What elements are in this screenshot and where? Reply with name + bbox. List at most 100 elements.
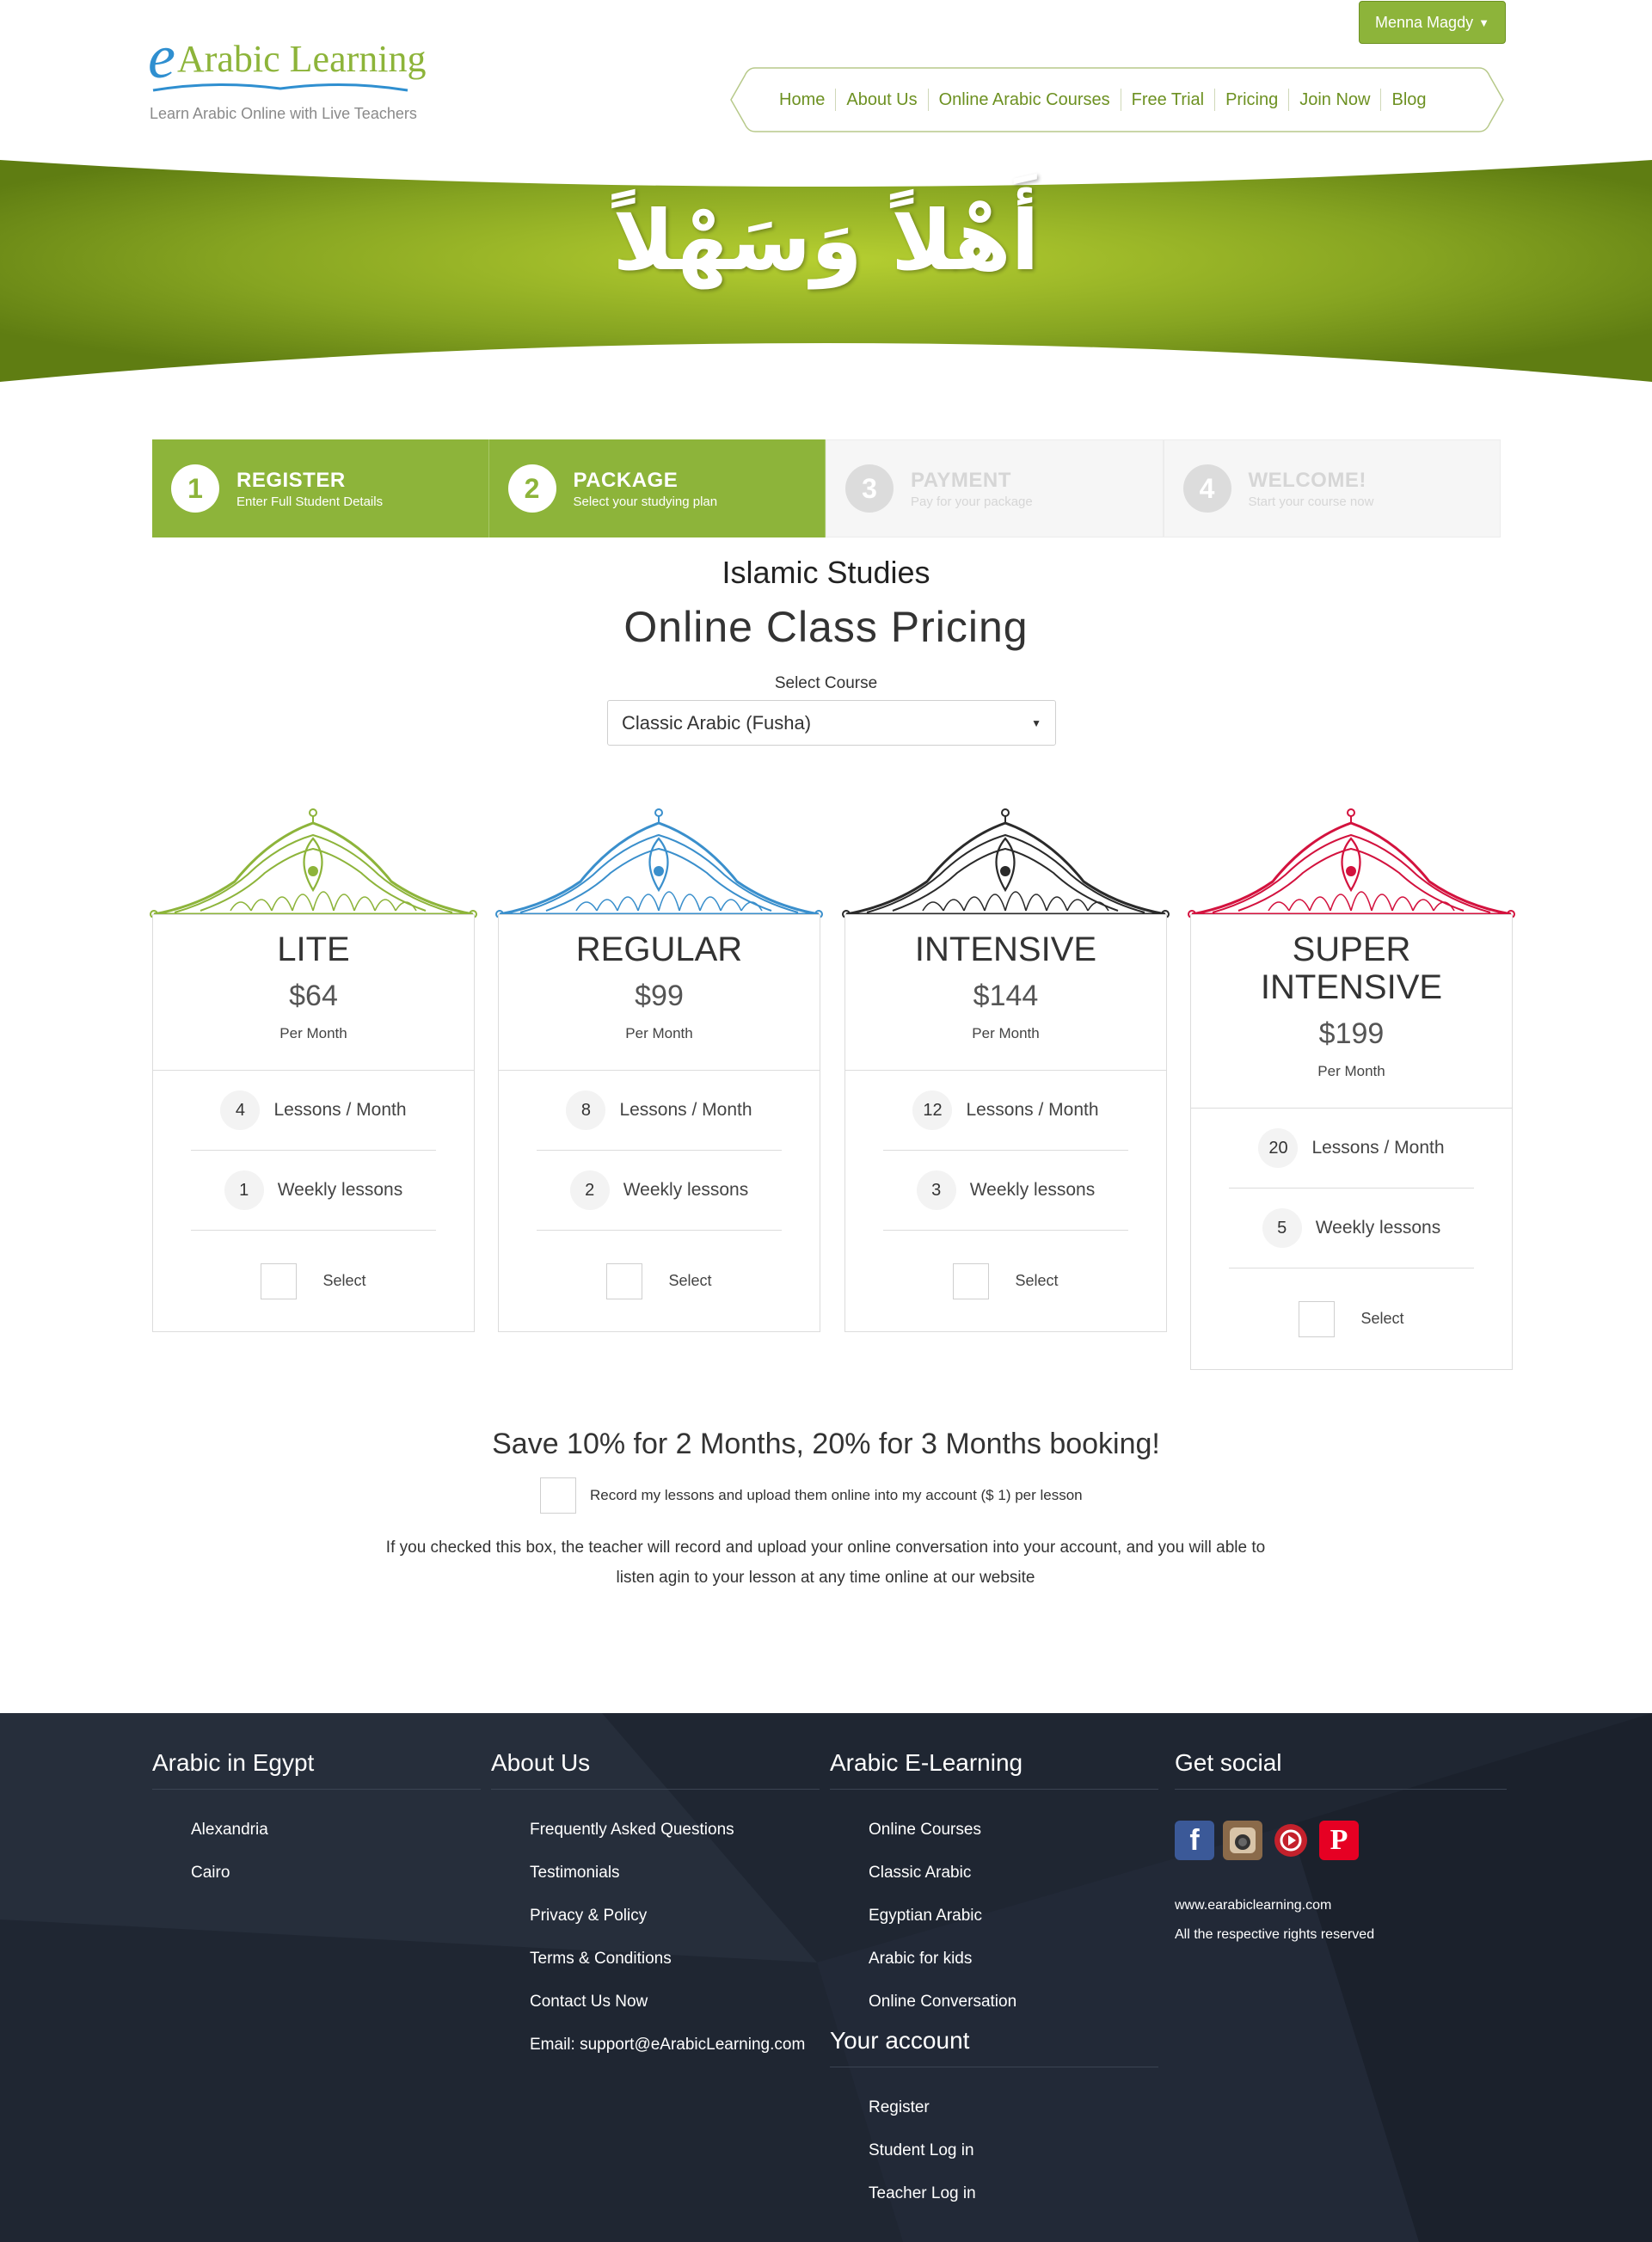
footer-col-about: About Us Frequently Asked Questions Test… (491, 1749, 820, 2067)
step-number: 4 (1182, 464, 1231, 513)
youtube-icon[interactable] (1271, 1821, 1311, 1860)
plan-period: Per Month (625, 1025, 693, 1041)
step-number: 2 (507, 464, 556, 513)
nav-free-trial[interactable]: Free Trial (1121, 89, 1216, 111)
nav-home[interactable]: Home (769, 89, 837, 111)
footer-link-testimonials[interactable]: Testimonials (530, 1852, 820, 1895)
step-welcome[interactable]: 4 WELCOME! Start your course now (1163, 439, 1501, 537)
ornament-icon (150, 808, 477, 918)
footer-heading: About Us (491, 1749, 820, 1790)
plan-lessons-row: 12 Lessons / Month (883, 1071, 1128, 1151)
step-register[interactable]: 1 REGISTER Enter Full Student Details (152, 439, 489, 537)
plan-weekly-row: 1 Weekly lessons (191, 1151, 436, 1231)
logo-tagline: Learn Arabic Online with Live Teachers (150, 105, 417, 122)
site-header: e Arabic Learning Learn Arabic Online wi… (0, 0, 1652, 159)
footer-rights: All the respective rights reserved (1175, 1927, 1375, 1942)
user-menu-button[interactable]: Menna Magdy ▼ (1359, 1, 1506, 44)
plan-price: $64 (289, 980, 338, 1012)
plan-price: $199 (1318, 1017, 1385, 1050)
footer-link-cairo[interactable]: Cairo (191, 1852, 481, 1895)
pinterest-icon[interactable]: P (1319, 1821, 1359, 1860)
nav-join-now[interactable]: Join Now (1289, 89, 1382, 111)
footer-link-teacher-login[interactable]: Teacher Log in (869, 2172, 1158, 2215)
plan-select-checkbox[interactable] (606, 1262, 643, 1299)
plan-select-checkbox[interactable] (1299, 1300, 1336, 1337)
footer-link-email[interactable]: Email: support@eArabicLearning.com (530, 2024, 820, 2067)
plan-lessons-row: 4 Lessons / Month (191, 1071, 436, 1151)
plan-select-checkbox[interactable] (953, 1262, 990, 1299)
instagram-icon[interactable] (1223, 1821, 1262, 1860)
course-select[interactable]: Classic Arabic (Fusha) ▼ (607, 700, 1056, 746)
plan-select-label: Select (322, 1272, 366, 1289)
plan-name: SUPER INTENSIVE (1260, 931, 1443, 1006)
footer-heading: Arabic in Egypt (152, 1749, 481, 1790)
ornament-icon (842, 808, 1170, 918)
plan-lessons-row: 20 Lessons / Month (1229, 1109, 1474, 1189)
footer-col-egypt: Arabic in Egypt Alexandria Cairo (152, 1749, 481, 1895)
weekly-label: Weekly lessons (1315, 1218, 1441, 1238)
save-headline: Save 10% for 2 Months, 20% for 3 Months … (492, 1428, 1160, 1460)
user-name: Menna Magdy (1375, 13, 1474, 31)
banner-arabic-greeting: أَهْلاً وَسَهْلاً (612, 193, 1040, 289)
lessons-count: 20 (1258, 1128, 1299, 1168)
footer-link-contact[interactable]: Contact Us Now (530, 1981, 820, 2024)
nav-pricing[interactable]: Pricing (1215, 89, 1290, 111)
step-package[interactable]: 2 PACKAGE Select your studying plan (488, 439, 826, 537)
plan-select-row: Select (1191, 1268, 1512, 1369)
footer-link-arabic-kids[interactable]: Arabic for kids (869, 1938, 1158, 1981)
record-lessons-checkbox[interactable] (540, 1477, 576, 1514)
nav-about-us[interactable]: About Us (836, 89, 929, 111)
record-lessons-label: Record my lessons and upload them online… (590, 1487, 1083, 1503)
footer-heading: Arabic E-Learning (830, 1749, 1158, 1790)
weekly-count: 1 (224, 1170, 264, 1210)
step-number: 1 (171, 464, 219, 513)
site-logo[interactable]: e Arabic Learning Learn Arabic Online wi… (148, 26, 427, 123)
record-note: If you checked this box, the teacher wil… (385, 1539, 1266, 1587)
step-title: PACKAGE (573, 468, 679, 492)
footer-link-egyptian-arabic[interactable]: Egyptian Arabic (869, 1895, 1158, 1938)
registration-steps: 1 REGISTER Enter Full Student Details 2 … (152, 439, 1501, 537)
lessons-label: Lessons / Month (966, 1100, 1099, 1120)
step-payment[interactable]: 3 PAYMENT Pay for your package (826, 439, 1164, 537)
step-title: REGISTER (236, 468, 346, 492)
plan-select-checkbox[interactable] (261, 1262, 298, 1299)
step-subtitle: Select your studying plan (573, 494, 718, 509)
lessons-count: 4 (220, 1090, 261, 1130)
weekly-label: Weekly lessons (623, 1180, 749, 1200)
footer-link-register[interactable]: Register (869, 2086, 1158, 2129)
footer-link-classic-arabic[interactable]: Classic Arabic (869, 1852, 1158, 1895)
facebook-icon[interactable]: f (1175, 1821, 1214, 1860)
footer-link-student-login[interactable]: Student Log in (869, 2129, 1158, 2172)
footer-link-faq[interactable]: Frequently Asked Questions (530, 1809, 820, 1852)
nav-online-courses[interactable]: Online Arabic Courses (929, 89, 1121, 111)
weekly-count: 2 (569, 1170, 610, 1210)
plan-select-label: Select (668, 1272, 712, 1289)
footer-link-terms[interactable]: Terms & Conditions (530, 1938, 820, 1981)
plan-weekly-row: 3 Weekly lessons (883, 1151, 1128, 1231)
welcome-banner: أَهْلاً وَسَهْلاً (0, 158, 1652, 382)
footer-link-online-conversation[interactable]: Online Conversation (869, 1981, 1158, 2024)
footer-link-online-courses[interactable]: Online Courses (869, 1809, 1158, 1852)
footer-col-elearning: Arabic E-Learning Online Courses Classic… (830, 1749, 1158, 2215)
footer-site-url: www.earabiclearning.com (1175, 1898, 1332, 1913)
weekly-count: 5 (1262, 1208, 1302, 1248)
plan-select-label: Select (1360, 1310, 1404, 1327)
nav-blog[interactable]: Blog (1381, 89, 1436, 111)
logo-book-icon (152, 83, 408, 92)
step-subtitle: Start your course now (1248, 494, 1374, 509)
weekly-label: Weekly lessons (277, 1180, 403, 1200)
plan-period: Per Month (1317, 1063, 1385, 1079)
plan-select-label: Select (1015, 1272, 1059, 1289)
plan-select-row: Select (153, 1231, 474, 1331)
plan-name: INTENSIVE (914, 931, 1097, 968)
lessons-label: Lessons / Month (273, 1100, 407, 1120)
pricing-title: Online Class Pricing (623, 603, 1029, 651)
footer-link-alexandria[interactable]: Alexandria (191, 1809, 481, 1852)
lessons-count: 8 (566, 1090, 606, 1130)
plan-select-row: Select (845, 1231, 1166, 1331)
footer-heading: Get social (1175, 1749, 1507, 1790)
site-footer: Arabic in Egypt Alexandria Cairo About U… (0, 1713, 1652, 2242)
footer-link-privacy[interactable]: Privacy & Policy (530, 1895, 820, 1938)
step-title: PAYMENT (911, 468, 1011, 492)
step-title: WELCOME! (1248, 468, 1366, 492)
